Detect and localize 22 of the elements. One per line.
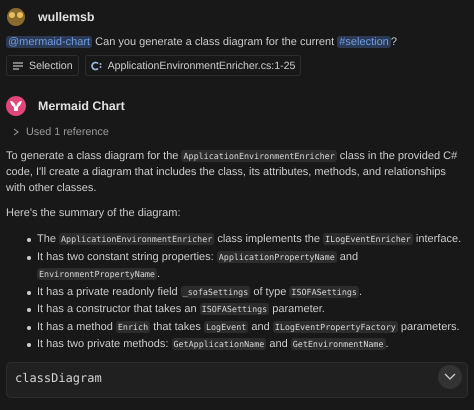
bullet-item: It has two constant string properties: ApplicationPropertyName and EnvironmentPropertyName . bbox=[23, 248, 468, 284]
bullet-item: It has a method Enrich that takes LogEvent and ILogEventPropertyFactory parameters. bbox=[23, 318, 468, 336]
references-toggle[interactable]: Used 1 reference bbox=[12, 125, 468, 139]
user-name: wullemsb bbox=[38, 10, 94, 24]
csharp-file-icon bbox=[90, 60, 103, 72]
bullet-item: It has a constructor that takes an ISOFASettings parameter. bbox=[23, 301, 468, 318]
response-paragraph: To generate a class diagram for the ApplicationEnvironmentEnricher class in the provided C# code, I'll create a diagram that includes the class, its attributes, methods, and relationships with other classes. bbox=[6, 149, 458, 196]
scroll-down-button[interactable] bbox=[438, 364, 462, 388]
attachment-chip[interactable]: Selection bbox=[6, 55, 79, 76]
attachment-chip[interactable]: ApplicationEnvironmentEnricher.cs:1-25 bbox=[84, 55, 302, 76]
bullet-item: It has a private readonly field _sofaSettings of type ISOFASettings . bbox=[23, 284, 468, 301]
avatar-icon bbox=[6, 7, 26, 27]
chevron-icon bbox=[12, 128, 20, 136]
mermaid-logo-icon bbox=[6, 96, 26, 116]
chevron-down-icon bbox=[444, 372, 456, 380]
code-line: classDiagram bbox=[15, 370, 102, 384]
bullet-item: The ApplicationEnvironmentEnricher class implements the ILogEventEnricher interface. bbox=[23, 231, 468, 248]
response-paragraph: Here's the summary of the diagram: bbox=[6, 206, 182, 221]
user-message: @mermaid-chart Can you generate a class diagram for the current #selection ? bbox=[6, 35, 398, 50]
assistant-name: Mermaid Chart bbox=[38, 99, 125, 113]
bullet-item: It has two private methods: GetApplicationName and GetEnvironmentName . bbox=[23, 336, 468, 354]
lines-icon bbox=[12, 60, 24, 72]
